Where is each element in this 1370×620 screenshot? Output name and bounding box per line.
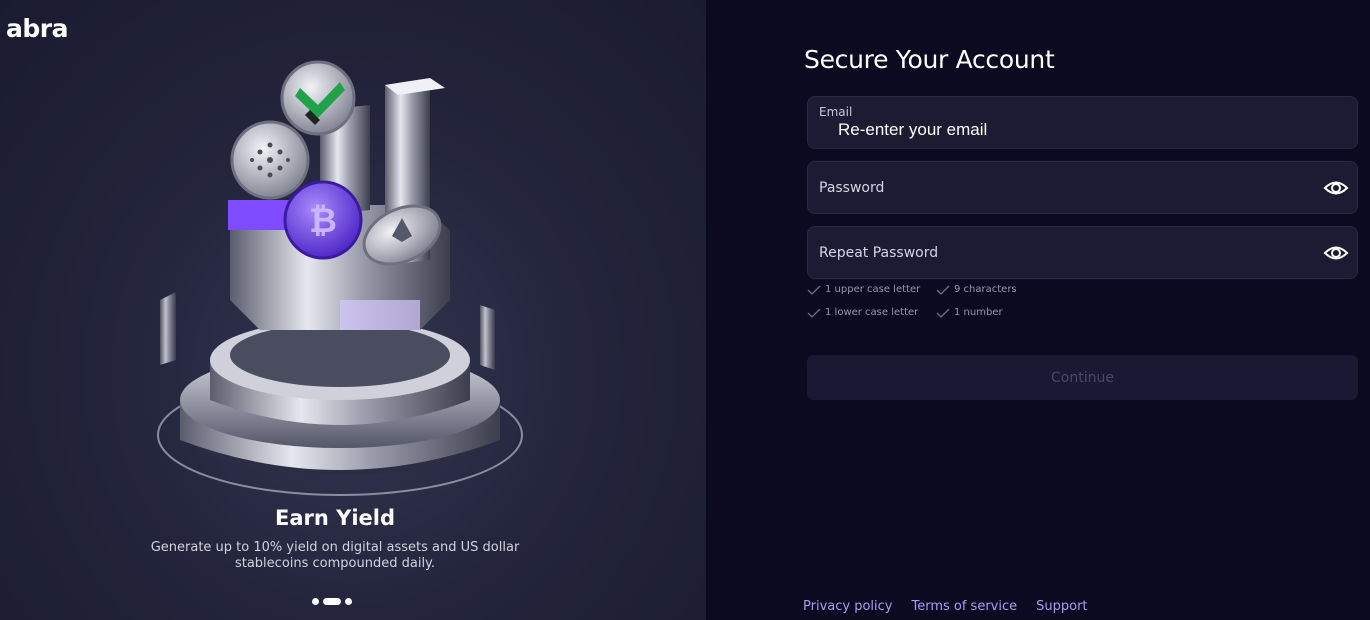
password-input[interactable]: Password	[819, 180, 884, 196]
slide-description: Generate up to 10% yield on digital asse…	[150, 540, 520, 571]
check-icon	[936, 285, 950, 295]
rule-upper: 1 upper case letter	[807, 284, 920, 295]
rule-number-label: 1 number	[954, 307, 1003, 318]
email-label: Email	[819, 105, 853, 119]
continue-button[interactable]: Continue	[807, 355, 1358, 400]
rule-upper-label: 1 upper case letter	[825, 284, 921, 295]
repeat-password-field[interactable]: Repeat Password	[807, 226, 1358, 279]
eye-icon[interactable]	[1323, 241, 1349, 265]
carousel-dot-active[interactable]	[323, 598, 341, 605]
crypto-pedestal-illustration: ₿	[157, 60, 523, 496]
promo-panel: abra ₿ Earn Yield Generate up to 10% yie…	[0, 0, 706, 620]
password-field[interactable]: Password	[807, 161, 1358, 214]
rule-lower: 1 lower case letter	[807, 307, 918, 318]
abra-logo: abra	[6, 14, 68, 43]
privacy-policy-link[interactable]: Privacy policy	[803, 599, 892, 614]
email-field[interactable]: Email Re-enter your email	[807, 96, 1358, 149]
svg-text:₿: ₿	[309, 201, 337, 241]
slide-title: Earn Yield	[274, 506, 395, 530]
check-icon	[807, 285, 821, 295]
page-title: Secure Your Account	[804, 45, 1055, 74]
check-icon	[936, 308, 950, 318]
terms-of-service-link[interactable]: Terms of service	[911, 599, 1017, 614]
signup-panel: Secure Your Account Email Re-enter your …	[706, 0, 1370, 620]
rule-number: 1 number	[936, 307, 1003, 318]
rule-chars-label: 9 characters	[954, 284, 1017, 295]
carousel-dots	[312, 598, 352, 605]
carousel-dot[interactable]	[312, 598, 319, 605]
rule-lower-label: 1 lower case letter	[825, 307, 919, 318]
rule-chars: 9 characters	[936, 284, 1017, 295]
email-input[interactable]: Re-enter your email	[838, 120, 987, 140]
carousel-dot[interactable]	[345, 598, 352, 605]
footer-links: Privacy policy Terms of service Support	[803, 599, 1088, 614]
check-icon	[807, 308, 821, 318]
repeat-password-input[interactable]: Repeat Password	[819, 245, 938, 261]
support-link[interactable]: Support	[1036, 599, 1087, 614]
eye-icon[interactable]	[1323, 176, 1349, 200]
